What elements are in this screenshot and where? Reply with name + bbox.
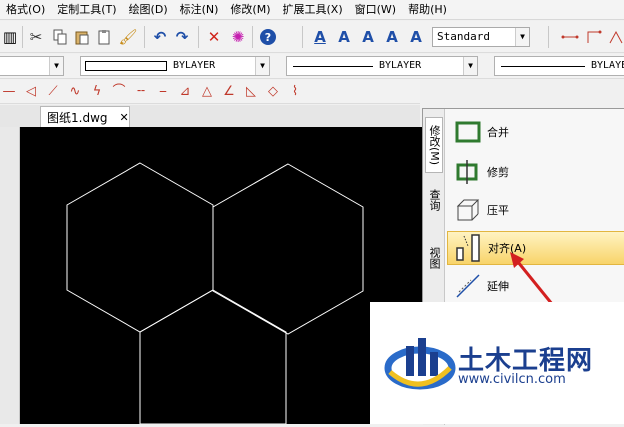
delete-icon[interactable]: ✕: [204, 27, 224, 47]
menu-bar: 格式(O) 定制工具(T) 绘图(D) 标注(N) 修改(M) 扩展工具(X) …: [0, 0, 624, 20]
cut-icon[interactable]: ✂: [26, 27, 46, 47]
text-find-icon[interactable]: A: [382, 27, 402, 47]
toolbar-separator: [22, 26, 23, 48]
text-style-value: Standard: [437, 30, 490, 43]
ray-icon[interactable]: ◁: [22, 84, 40, 100]
menu-extend-tools[interactable]: 扩展工具(X): [277, 0, 349, 20]
drawing-canvas[interactable]: [20, 127, 424, 425]
curve-icon[interactable]: ⌇: [286, 84, 304, 100]
lineweight-sample: [501, 66, 585, 67]
linetype-value: BYLAYER: [379, 60, 422, 71]
left-dock-strip: [0, 127, 20, 424]
close-icon[interactable]: ✕: [120, 111, 129, 124]
toolbar-separator: [302, 26, 303, 48]
linetype-sample: [293, 66, 373, 67]
angle-icon[interactable]: ∠: [220, 84, 238, 100]
text-a-underline-icon[interactable]: A: [310, 27, 330, 47]
tab-modify[interactable]: 修改(M): [425, 117, 443, 173]
arc-icon[interactable]: ⌒: [110, 84, 128, 100]
tool-flatten[interactable]: 压平: [447, 193, 624, 227]
hexagon-drawing: [66, 162, 364, 425]
layer-select[interactable]: ▼: [0, 56, 64, 76]
diamond-icon[interactable]: ◇: [264, 84, 282, 100]
toolbar-separator: [198, 26, 199, 48]
angular-dim-icon[interactable]: [606, 27, 624, 47]
tool-flatten-label: 压平: [487, 204, 509, 217]
toolbar-separator: [144, 26, 145, 48]
color-select[interactable]: BYLAYER ▼: [80, 56, 270, 76]
help-icon[interactable]: ?: [258, 27, 278, 47]
dashed-line-icon[interactable]: ╌: [132, 84, 150, 100]
polyline-icon[interactable]: ∿: [66, 84, 84, 100]
lineweight-value: BYLAYER: [591, 60, 624, 71]
hexagon-bottom: [139, 289, 287, 425]
watermark: 土木工程网 www.civilcn.com: [370, 302, 624, 424]
brush-icon[interactable]: 🖌: [118, 27, 138, 47]
menu-modify[interactable]: 修改(M): [224, 0, 276, 20]
text-style-icon[interactable]: A: [406, 27, 426, 47]
lineweight-select[interactable]: BYLAYER: [494, 56, 624, 76]
explode-icon[interactable]: ✺: [228, 27, 248, 47]
svg-text:?: ?: [265, 31, 271, 44]
tool-join[interactable]: 合并: [447, 115, 624, 149]
flatten-icon: [453, 195, 483, 225]
trim-icon: [453, 157, 483, 187]
centerline-icon[interactable]: ⎯: [154, 84, 172, 100]
linetype-select[interactable]: BYLAYER ▼: [286, 56, 478, 76]
color-value: BYLAYER: [173, 60, 216, 71]
join-icon: [453, 117, 483, 147]
aligned-dim-icon[interactable]: [584, 27, 604, 47]
color-swatch: [85, 61, 167, 71]
leader-icon[interactable]: ⊿: [176, 84, 194, 100]
chevron-down-icon[interactable]: ▼: [255, 57, 269, 75]
draw-toolbar: — ◁ ⟋ ∿ ϟ ⌒ ╌ ⎯ ⊿ △ ∠ ◺ ◇ ⌇: [0, 80, 420, 104]
extend-icon: [453, 271, 483, 301]
align-icon: [454, 233, 484, 263]
linear-dim-icon[interactable]: [560, 27, 580, 47]
watermark-logo: [384, 338, 456, 390]
menu-format[interactable]: 格式(O): [0, 0, 51, 20]
menu-dimension[interactable]: 标注(N): [174, 0, 225, 20]
tool-trim[interactable]: 修剪: [447, 155, 624, 189]
document-tabs: 图纸1.dwg ✕: [0, 105, 420, 127]
tool-join-label: 合并: [487, 126, 509, 139]
standard-toolbar: ▥ ✂ 🖌 ↶ ↷ ✕ ✺ ? A A A A A Standard ▼: [0, 21, 624, 53]
tab-label: 图纸1.dwg: [47, 110, 108, 125]
tab-drawing1[interactable]: 图纸1.dwg ✕: [40, 106, 130, 127]
chevron-down-icon[interactable]: ▼: [49, 57, 63, 75]
redo-icon[interactable]: ↷: [172, 27, 192, 47]
chevron-down-icon[interactable]: ▼: [463, 57, 477, 75]
annotation-arrow: [510, 252, 554, 305]
text-style-select[interactable]: Standard ▼: [432, 27, 530, 47]
spline-icon[interactable]: ϟ: [88, 84, 106, 100]
chevron-down-icon[interactable]: ▼: [515, 28, 529, 46]
xline-icon[interactable]: ⟋: [44, 84, 62, 100]
clipboard-icon[interactable]: [94, 27, 114, 47]
menu-window[interactable]: 窗口(W): [349, 0, 402, 20]
hexagon-right: [212, 163, 364, 335]
undo-icon[interactable]: ↶: [150, 27, 170, 47]
line-icon[interactable]: —: [0, 84, 18, 100]
tab-view[interactable]: 视图: [425, 241, 443, 275]
properties-toolbar: ▼ BYLAYER ▼ BYLAYER ▼ BYLAYER: [0, 54, 624, 79]
menu-custom-tools[interactable]: 定制工具(T): [51, 0, 122, 20]
wedge-icon[interactable]: ◺: [242, 84, 260, 100]
print-icon[interactable]: ▥: [0, 27, 20, 47]
tab-query[interactable]: 查询: [425, 183, 443, 217]
tool-trim-label: 修剪: [487, 166, 509, 179]
toolbar-separator: [548, 26, 549, 48]
triangle-icon[interactable]: △: [198, 84, 216, 100]
menu-draw[interactable]: 绘图(D): [123, 0, 174, 20]
hexagon-left: [66, 162, 214, 333]
paste-icon[interactable]: [72, 27, 92, 47]
text-edit-icon[interactable]: A: [358, 27, 378, 47]
copy-icon[interactable]: [50, 27, 70, 47]
text-a-icon[interactable]: A: [334, 27, 354, 47]
toolbar-separator: [252, 26, 253, 48]
menu-help[interactable]: 帮助(H): [402, 0, 453, 20]
watermark-url: www.civilcn.com: [458, 372, 566, 387]
